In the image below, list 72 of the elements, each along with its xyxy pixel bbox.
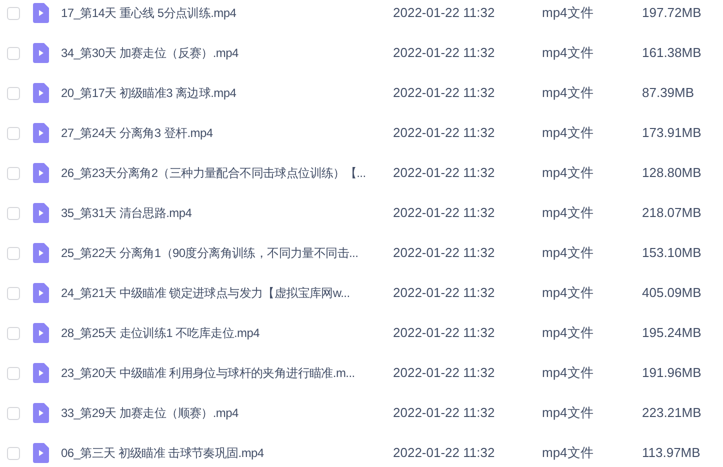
- checkbox[interactable]: [7, 46, 20, 60]
- modified-date: 2022-01-22 11:32: [393, 364, 496, 382]
- modified-date: 2022-01-22 11:32: [393, 204, 496, 222]
- file-name[interactable]: 28_第25天 走位训练1 不吃库走位.mp4: [61, 324, 260, 342]
- file-size: 128.80MB: [642, 164, 702, 182]
- modified-date: 2022-01-22 11:32: [393, 244, 496, 262]
- file-size: 173.91MB: [642, 124, 702, 142]
- video-file-icon: [33, 243, 49, 263]
- checkbox[interactable]: [7, 6, 20, 20]
- checkbox[interactable]: [7, 246, 20, 260]
- file-size: 87.39MB: [642, 84, 694, 102]
- checkbox[interactable]: [7, 326, 20, 340]
- file-type: mp4文件: [542, 4, 594, 22]
- modified-date: 2022-01-22 11:32: [393, 404, 496, 422]
- file-size: 161.38MB: [642, 44, 702, 62]
- modified-date: 2022-01-22 11:32: [393, 444, 496, 462]
- file-name[interactable]: 35_第31天 清台思路.mp4: [61, 204, 192, 222]
- file-name[interactable]: 17_第14天 重心线 5分点训练.mp4: [61, 4, 236, 22]
- file-size: 218.07MB: [642, 204, 702, 222]
- file-size: 153.10MB: [642, 244, 702, 262]
- modified-date: 2022-01-22 11:32: [393, 324, 496, 342]
- checkbox[interactable]: [7, 166, 20, 180]
- file-type: mp4文件: [542, 244, 594, 262]
- file-size: 191.96MB: [642, 364, 702, 382]
- checkbox[interactable]: [7, 286, 20, 300]
- video-file-icon: [33, 403, 49, 423]
- checkbox[interactable]: [7, 86, 20, 100]
- file-size: 405.09MB: [642, 284, 702, 302]
- file-name[interactable]: 33_第29天 加赛走位（顺赛）.mp4: [61, 404, 238, 422]
- file-type: mp4文件: [542, 284, 594, 302]
- checkbox[interactable]: [7, 446, 20, 460]
- file-size: 113.97MB: [642, 444, 700, 462]
- checkbox[interactable]: [7, 206, 20, 220]
- checkbox[interactable]: [7, 126, 20, 140]
- video-file-icon: [33, 323, 49, 343]
- video-file-icon: [33, 443, 49, 463]
- file-type: mp4文件: [542, 44, 594, 62]
- file-name[interactable]: 06_第三天 初级瞄准 击球节奏巩固.mp4: [61, 444, 264, 462]
- file-name[interactable]: 27_第24天 分离角3 登杆.mp4: [61, 124, 213, 142]
- file-name[interactable]: 23_第20天 中级瞄准 利用身位与球杆的夹角进行瞄准.m...: [61, 364, 355, 382]
- video-file-icon: [33, 3, 49, 23]
- modified-date: 2022-01-22 11:32: [393, 4, 496, 22]
- checkbox[interactable]: [7, 366, 20, 380]
- video-file-icon: [33, 283, 49, 303]
- file-name[interactable]: 26_第23天分离角2（三种力量配合不同击球点位训练）【...: [61, 164, 366, 182]
- file-type: mp4文件: [542, 124, 594, 142]
- modified-date: 2022-01-22 11:32: [393, 84, 496, 102]
- modified-date: 2022-01-22 11:32: [393, 124, 496, 142]
- modified-date: 2022-01-22 11:32: [393, 164, 496, 182]
- file-type: mp4文件: [542, 364, 594, 382]
- video-file-icon: [33, 203, 49, 223]
- checkbox[interactable]: [7, 406, 20, 420]
- file-name[interactable]: 25_第22天 分离角1（90度分离角训练，不同力量不同击...: [61, 244, 358, 262]
- file-type: mp4文件: [542, 444, 594, 462]
- file-name[interactable]: 34_第30天 加赛走位（反赛）.mp4: [61, 44, 238, 62]
- file-type: mp4文件: [542, 164, 594, 182]
- modified-date: 2022-01-22 11:32: [393, 284, 496, 302]
- file-size: 197.72MB: [642, 4, 702, 22]
- file-type: mp4文件: [542, 324, 594, 342]
- file-type: mp4文件: [542, 204, 594, 222]
- video-file-icon: [33, 83, 49, 103]
- video-file-icon: [33, 123, 49, 143]
- file-name[interactable]: 20_第17天 初级瞄准3 离边球.mp4: [61, 84, 236, 102]
- modified-date: 2022-01-22 11:32: [393, 44, 496, 62]
- video-file-icon: [33, 163, 49, 183]
- file-type: mp4文件: [542, 84, 594, 102]
- file-size: 223.21MB: [642, 404, 702, 422]
- video-file-icon: [33, 43, 49, 63]
- video-file-icon: [33, 363, 49, 383]
- file-name[interactable]: 24_第21天 中级瞄准 锁定进球点与发力【虚拟宝库网w...: [61, 284, 350, 302]
- file-type: mp4文件: [542, 404, 594, 422]
- file-size: 195.24MB: [642, 324, 702, 342]
